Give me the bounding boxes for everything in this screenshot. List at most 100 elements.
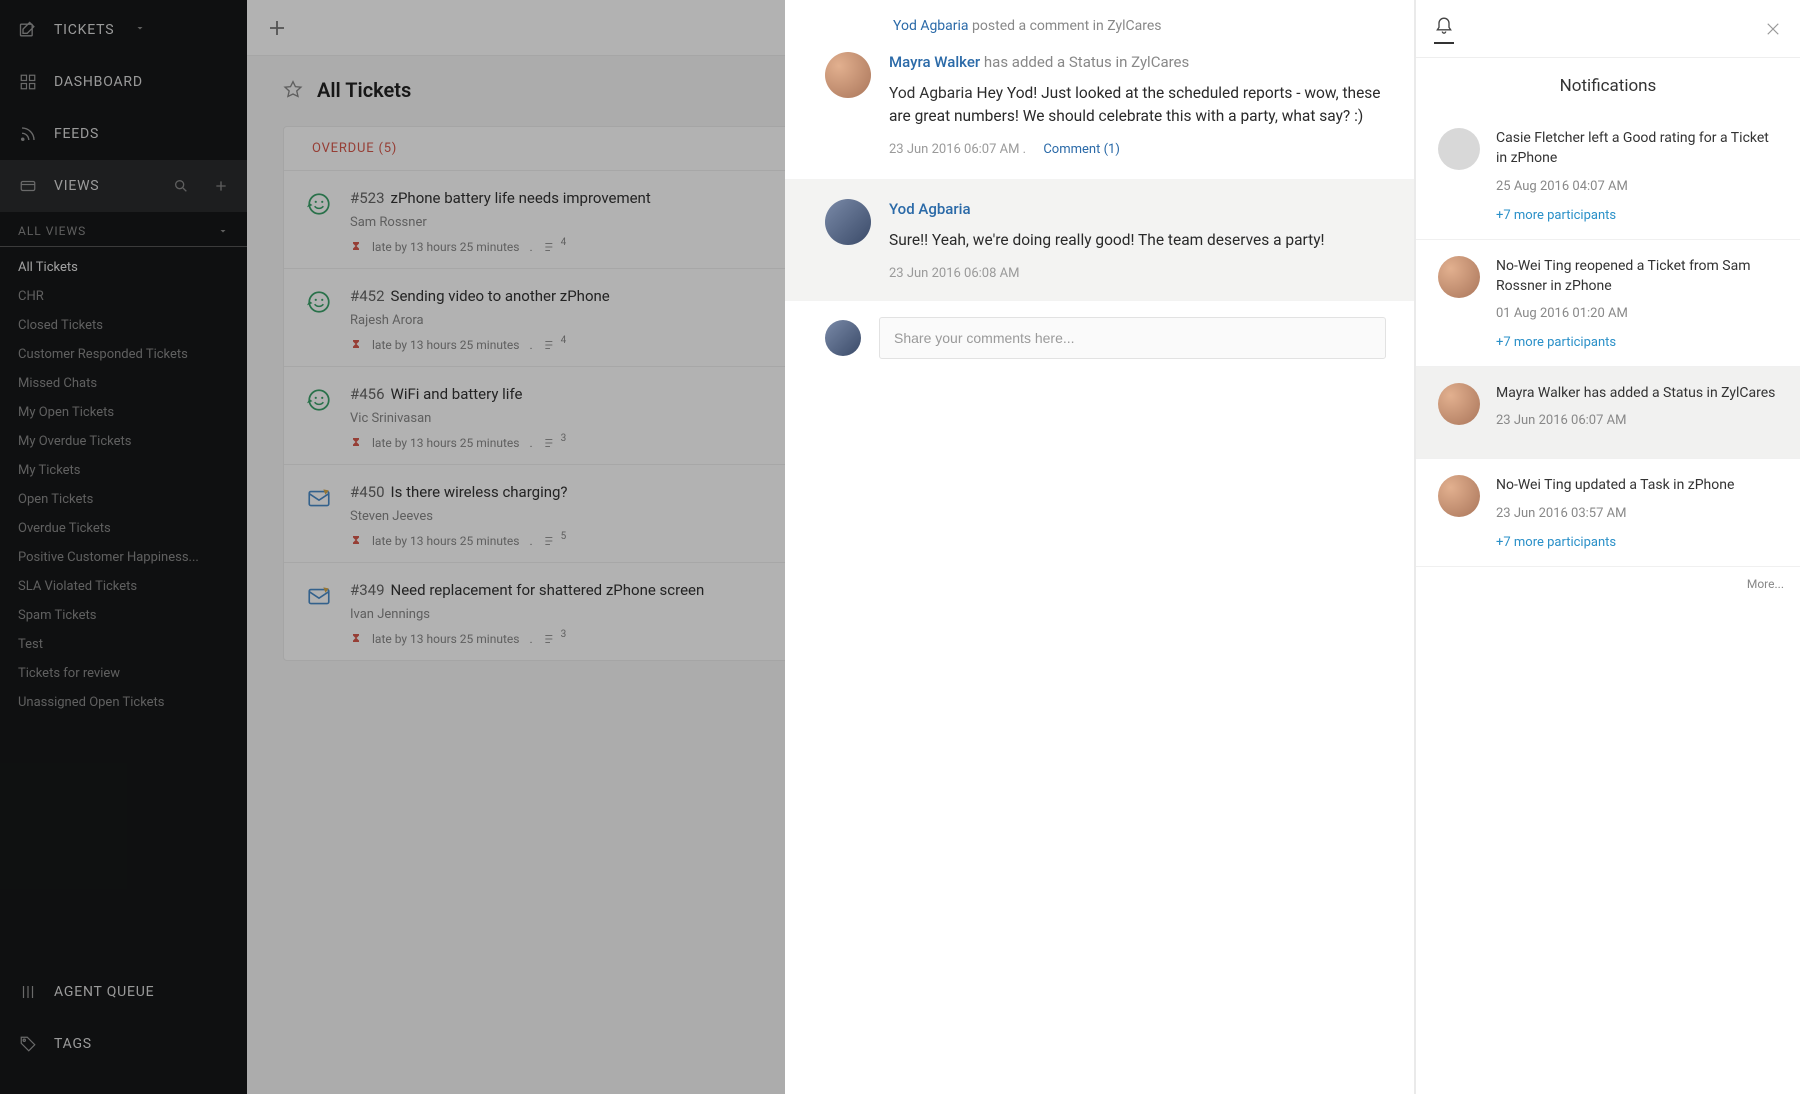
late-text: late by 13 hours 25 minutes xyxy=(372,240,519,254)
crumb-user[interactable]: Yod Agbaria xyxy=(893,18,969,34)
reply-post: Yod Agbaria Sure!! Yeah, we're doing rea… xyxy=(785,179,1414,301)
mention-name[interactable]: Yod Agbaria xyxy=(889,84,973,102)
sidebar-view-item[interactable]: Overdue Tickets xyxy=(0,514,247,543)
sidebar-view-item[interactable]: My Overdue Tickets xyxy=(0,427,247,456)
sidebar-view-item[interactable]: My Tickets xyxy=(0,456,247,485)
notification-item[interactable]: Mayra Walker has added a Status in ZylCa… xyxy=(1416,367,1800,459)
hourglass-icon xyxy=(350,535,362,547)
reply-count: 4 xyxy=(543,338,567,352)
notification-item[interactable]: No-Wei Ting updated a Task in zPhone 23 J… xyxy=(1416,459,1800,566)
nav-views[interactable]: VIEWS xyxy=(0,160,247,212)
late-text: late by 13 hours 25 minutes xyxy=(372,632,519,646)
crumb-text: posted a comment in ZylCares xyxy=(972,18,1161,34)
hourglass-icon xyxy=(350,633,362,645)
sidebar-view-item[interactable]: CHR xyxy=(0,282,247,311)
left-sidebar: TICKETS DASHBOARD FEEDS VIEWS ALL VIEWS xyxy=(0,0,247,1094)
reply-author[interactable]: Yod Agbaria xyxy=(889,200,971,218)
post-timestamp-row: 23 Jun 2016 06:07 AM . Comment (1) xyxy=(889,142,1386,157)
avatar xyxy=(1438,128,1480,170)
notification-text: No-Wei Ting reopened a Ticket from Sam R… xyxy=(1496,256,1778,297)
notifications-title: Notifications xyxy=(1416,58,1800,112)
sidebar-view-item[interactable]: Spam Tickets xyxy=(0,601,247,630)
ticket-subject: Is there wireless charging? xyxy=(391,483,568,501)
reply-count: 3 xyxy=(543,436,567,450)
more-participants-link[interactable]: +7 more participants xyxy=(1496,535,1778,550)
all-views-header[interactable]: ALL VIEWS xyxy=(0,216,247,247)
hourglass-icon xyxy=(350,339,362,351)
hourglass-icon xyxy=(350,241,362,253)
notification-item[interactable]: No-Wei Ting reopened a Ticket from Sam R… xyxy=(1416,240,1800,368)
ticket-number: #450 xyxy=(350,483,385,501)
sidebar-view-item[interactable]: All Tickets xyxy=(0,253,247,282)
avatar[interactable] xyxy=(825,199,871,245)
reply-count: 5 xyxy=(543,534,567,548)
search-icon[interactable] xyxy=(173,178,189,194)
close-icon[interactable] xyxy=(1764,20,1782,38)
notification-timestamp: 23 Jun 2016 03:57 AM xyxy=(1496,506,1778,521)
plus-icon[interactable] xyxy=(213,178,229,194)
meta-dot: . xyxy=(529,632,532,646)
late-text: late by 13 hours 25 minutes xyxy=(372,338,519,352)
sidebar-view-item[interactable]: Test xyxy=(0,630,247,659)
nav-feeds-label: FEEDS xyxy=(54,126,99,142)
notification-text: No-Wei Ting updated a Task in zPhone xyxy=(1496,475,1778,495)
meta-dot: . xyxy=(529,436,532,450)
sidebar-view-item[interactable]: My Open Tickets xyxy=(0,398,247,427)
conversation-crumb: Yod Agbaria posted a comment in ZylCares xyxy=(785,0,1414,42)
sidebar-view-item[interactable]: Open Tickets xyxy=(0,485,247,514)
avatar xyxy=(825,320,861,356)
ticket-subject: Need replacement for shattered zPhone sc… xyxy=(391,581,705,599)
notification-body: Mayra Walker has added a Status in ZylCa… xyxy=(1496,383,1778,442)
notification-text: Casie Fletcher left a Good rating for a … xyxy=(1496,128,1778,169)
mail-icon xyxy=(306,485,334,513)
sidebar-view-item[interactable]: Unassigned Open Tickets xyxy=(0,688,247,717)
notification-body: No-Wei Ting reopened a Ticket from Sam R… xyxy=(1496,256,1778,351)
nav-feeds[interactable]: FEEDS xyxy=(0,108,247,160)
sidebar-view-item[interactable]: Missed Chats xyxy=(0,369,247,398)
main-post: Mayra Walker has added a Status in ZylCa… xyxy=(785,42,1414,179)
nav-agent-queue-label: AGENT QUEUE xyxy=(54,984,154,1000)
more-participants-link[interactable]: +7 more participants xyxy=(1496,335,1778,350)
feedback-icon xyxy=(306,191,334,219)
new-ticket-button[interactable] xyxy=(265,16,289,40)
reply-message: Sure!! Yeah, we're doing really good! Th… xyxy=(889,229,1386,252)
bell-icon[interactable] xyxy=(1434,14,1454,34)
avatar xyxy=(1438,475,1480,517)
meta-dot: . xyxy=(529,338,532,352)
comment-link[interactable]: Comment (1) xyxy=(1043,142,1120,157)
sidebar-view-item[interactable]: SLA Violated Tickets xyxy=(0,572,247,601)
dashboard-icon xyxy=(18,72,38,92)
nav-tags[interactable]: TAGS xyxy=(0,1018,247,1070)
post-headline-rest: has added a Status in ZylCares xyxy=(984,53,1189,71)
all-views-label: ALL VIEWS xyxy=(18,224,86,238)
sidebar-view-item[interactable]: Positive Customer Happiness... xyxy=(0,543,247,572)
sidebar-view-item[interactable]: Customer Responded Tickets xyxy=(0,340,247,369)
notifications-panel: Notifications Casie Fletcher left a Good… xyxy=(1415,0,1800,1094)
comment-input[interactable] xyxy=(879,317,1386,359)
sidebar-view-item[interactable]: Tickets for review xyxy=(0,659,247,688)
star-icon[interactable] xyxy=(283,80,303,100)
hourglass-icon xyxy=(350,437,362,449)
post-author[interactable]: Mayra Walker xyxy=(889,53,980,71)
sidebar-view-item[interactable]: Closed Tickets xyxy=(0,311,247,340)
reply-count: 3 xyxy=(543,632,567,646)
late-text: late by 13 hours 25 minutes xyxy=(372,534,519,548)
chevron-down-icon xyxy=(134,22,150,38)
nav-tags-label: TAGS xyxy=(54,1036,92,1052)
nav-dashboard[interactable]: DASHBOARD xyxy=(0,56,247,108)
notification-item[interactable]: Casie Fletcher left a Good rating for a … xyxy=(1416,112,1800,240)
nav-tickets-label: TICKETS xyxy=(54,22,114,38)
nav-agent-queue[interactable]: AGENT QUEUE xyxy=(0,966,247,1018)
post-headline: Mayra Walker has added a Status in ZylCa… xyxy=(889,52,1386,74)
comment-input-row xyxy=(785,301,1414,375)
notification-timestamp: 23 Jun 2016 06:07 AM xyxy=(1496,413,1778,428)
ticket-subject: WiFi and battery life xyxy=(391,385,523,403)
nav-dashboard-label: DASHBOARD xyxy=(54,74,143,90)
feeds-icon xyxy=(18,124,38,144)
avatar[interactable] xyxy=(825,52,871,98)
meta-dot: . xyxy=(529,534,532,548)
views-icon xyxy=(18,176,38,196)
nav-tickets[interactable]: TICKETS xyxy=(0,4,247,56)
more-participants-link[interactable]: +7 more participants xyxy=(1496,208,1778,223)
notifications-more[interactable]: More... xyxy=(1416,567,1800,601)
